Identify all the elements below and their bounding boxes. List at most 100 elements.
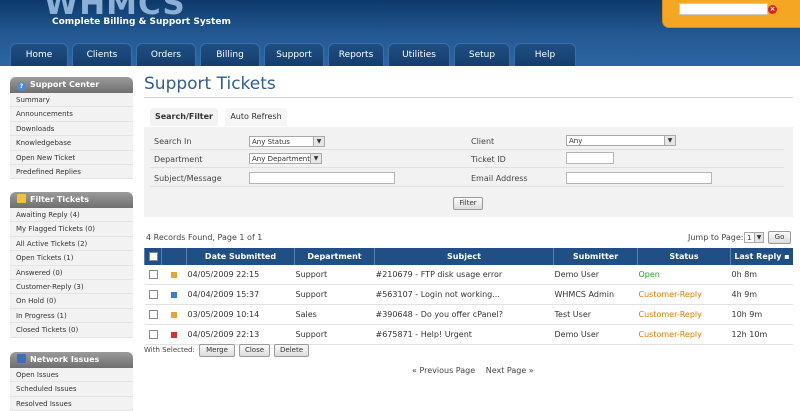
nav-tab-reports[interactable]: Reports xyxy=(328,43,384,66)
col-last-reply-label: Last Reply xyxy=(734,252,782,261)
row-select-cell xyxy=(144,265,162,285)
flag-column-header xyxy=(161,248,187,265)
client-value: Any xyxy=(569,137,583,145)
help-icon: ? xyxy=(17,82,26,91)
ticket-department: Support xyxy=(294,265,375,285)
sidebar-item-flagged[interactable]: My Flagged Tickets (0) xyxy=(10,222,133,237)
col-status[interactable]: Status xyxy=(637,248,731,265)
ticket-submitter[interactable]: Demo User xyxy=(553,265,638,285)
page-select[interactable]: 1 ▼ xyxy=(744,232,764,243)
ticket-department: Support xyxy=(294,284,375,305)
sidebar-item-open-issues[interactable]: Open Issues xyxy=(10,368,133,383)
flag-icon[interactable] xyxy=(171,331,177,338)
sidebar-item-customer-reply[interactable]: Customer-Reply (3) xyxy=(10,280,133,295)
sidebar-item-awaiting-reply[interactable]: Awaiting Reply (4) xyxy=(10,208,133,223)
subject-label: Subject/Message xyxy=(154,174,222,183)
row-checkbox[interactable] xyxy=(148,310,158,319)
ticket-subject[interactable]: #675871 - Help! Urgent xyxy=(374,324,554,345)
network-icon xyxy=(17,354,26,363)
sidebar-item-closed[interactable]: Closed Tickets (0) xyxy=(10,323,133,338)
delete-button[interactable]: Delete xyxy=(274,344,309,357)
nav-tab-help[interactable]: Help xyxy=(514,43,576,66)
col-subject[interactable]: Subject xyxy=(374,248,554,265)
row-checkbox[interactable] xyxy=(148,330,158,339)
divider xyxy=(144,97,793,98)
nav-tab-orders[interactable]: Orders xyxy=(136,43,196,66)
ticket-submitter[interactable]: WHMCS Admin xyxy=(553,284,638,305)
search-in-label: Search In xyxy=(154,137,192,146)
sidebar-item-scheduled-issues[interactable]: Scheduled Issues xyxy=(10,382,133,397)
chevron-down-icon: ▼ xyxy=(664,136,675,145)
chevron-down-icon: ▼ xyxy=(754,233,763,242)
close-button[interactable]: Close xyxy=(239,344,270,357)
sidebar-item-predefined-replies[interactable]: Predefined Replies xyxy=(10,165,133,180)
search-input[interactable] xyxy=(679,3,768,15)
select-all-checkbox[interactable] xyxy=(148,252,158,261)
ticket-status: Customer-Reply xyxy=(637,284,731,305)
filter-button[interactable]: Filter xyxy=(453,197,483,210)
row-checkbox[interactable] xyxy=(148,270,158,279)
support-center-box: ? Support Center Summary Announcements Do… xyxy=(10,77,133,180)
nav-tab-support[interactable]: Support xyxy=(264,43,324,66)
ticket-subject[interactable]: #210679 - FTP disk usage error xyxy=(374,265,554,285)
table-row: 04/05/2009 22:13 Support #675871 - Help!… xyxy=(144,324,793,345)
nav-tab-clients[interactable]: Clients xyxy=(72,43,132,66)
search-in-value: Any Status xyxy=(252,138,290,146)
previous-page-link[interactable]: « Previous Page xyxy=(412,366,475,375)
sidebar-item-summary[interactable]: Summary xyxy=(10,93,133,108)
sidebar-item-on-hold[interactable]: On Hold (0) xyxy=(10,294,133,309)
sidebar-item-active[interactable]: All Active Tickets (2) xyxy=(10,237,133,252)
ticket-date: 04/05/2009 22:15 xyxy=(186,265,295,285)
support-center-title: Support Center xyxy=(30,80,100,89)
next-page-link[interactable]: Next Page » xyxy=(486,366,534,375)
col-department[interactable]: Department xyxy=(294,248,375,265)
search-go-icon[interactable]: × xyxy=(768,5,777,14)
select-all-header[interactable] xyxy=(144,248,162,265)
records-count: 4 Records Found, Page 1 of 1 xyxy=(146,233,263,242)
tickets-table: Date Submitted Department Subject Submit… xyxy=(144,248,793,345)
tab-search-filter[interactable]: Search/Filter xyxy=(150,108,218,126)
col-date-submitted[interactable]: Date Submitted xyxy=(186,248,295,265)
sidebar-item-open-new-ticket[interactable]: Open New Ticket xyxy=(10,151,133,165)
flag-icon[interactable] xyxy=(171,311,177,318)
sidebar-item-in-progress[interactable]: In Progress (1) xyxy=(10,309,133,324)
department-select[interactable]: Any Department ▼ xyxy=(249,153,322,164)
ticket-submitter[interactable]: Demo User xyxy=(553,324,638,345)
sidebar-item-resolved-issues[interactable]: Resolved Issues xyxy=(10,397,133,411)
row-select-cell xyxy=(144,304,162,325)
col-last-reply[interactable]: Last Reply ▪ xyxy=(730,248,793,265)
subject-input[interactable] xyxy=(249,172,395,184)
ticket-subject[interactable]: #563107 - Login not working... xyxy=(374,284,554,305)
quick-search: × xyxy=(662,0,800,28)
ticket-subject[interactable]: #390648 - Do you offer cPanel? xyxy=(374,304,554,325)
tab-auto-refresh[interactable]: Auto Refresh xyxy=(225,108,287,126)
merge-button[interactable]: Merge xyxy=(199,344,235,357)
go-button[interactable]: Go xyxy=(768,231,791,244)
sidebar-item-announcements[interactable]: Announcements xyxy=(10,107,133,122)
row-select-cell xyxy=(144,284,162,305)
sidebar-item-knowledgebase[interactable]: Knowledgebase xyxy=(10,136,133,151)
client-select[interactable]: Any ▼ xyxy=(566,135,676,146)
table-row: 03/05/2009 10:14 Sales #390648 - Do you … xyxy=(144,304,793,325)
jump-to-page: Jump to Page: xyxy=(688,233,743,242)
sidebar-item-answered[interactable]: Answered (0) xyxy=(10,266,133,280)
nav-tab-billing[interactable]: Billing xyxy=(200,43,260,66)
ticket-submitter[interactable]: Test User xyxy=(553,304,638,325)
flag-icon[interactable] xyxy=(171,271,177,278)
ticket-status: Customer-Reply xyxy=(637,324,731,345)
ticket-status: Open xyxy=(637,265,731,285)
chevron-down-icon: ▼ xyxy=(310,154,321,163)
email-input[interactable] xyxy=(566,172,712,184)
nav-tab-home[interactable]: Home xyxy=(10,43,68,66)
col-submitter[interactable]: Submitter xyxy=(553,248,638,265)
row-checkbox[interactable] xyxy=(148,290,158,299)
filter-tickets-box: Filter Tickets Awaiting Reply (4) My Fla… xyxy=(10,192,133,338)
table-row: 04/04/2009 15:37 Support #563107 - Login… xyxy=(144,284,793,305)
nav-tab-setup[interactable]: Setup xyxy=(454,43,510,66)
nav-tab-utilities[interactable]: Utilities xyxy=(388,43,450,66)
ticket-id-input[interactable] xyxy=(566,152,614,164)
sidebar-item-downloads[interactable]: Downloads xyxy=(10,122,133,137)
sidebar-item-open[interactable]: Open Tickets (1) xyxy=(10,251,133,266)
flag-icon[interactable] xyxy=(171,291,177,298)
search-in-select[interactable]: Any Status ▼ xyxy=(249,136,325,147)
